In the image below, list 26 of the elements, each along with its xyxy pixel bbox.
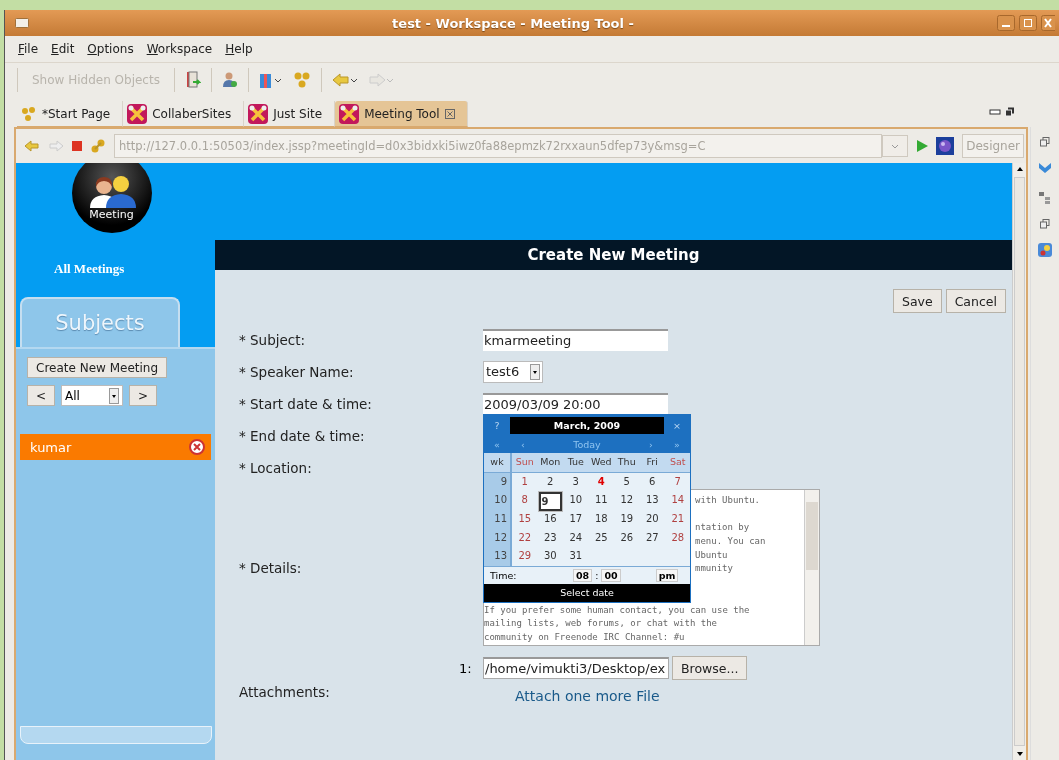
attachment-index: 1: — [459, 660, 473, 676]
field-label: * Location: — [239, 460, 313, 476]
week-number: 13 — [484, 547, 512, 567]
weekday-header: Thu — [616, 455, 637, 469]
window-title: test - Workspace - Meeting Tool - — [391, 15, 635, 31]
week-number: 11 — [484, 510, 512, 529]
field-label: * End date & time: — [239, 428, 366, 444]
week-number: 10 — [484, 491, 512, 511]
weekday-header: Mon — [539, 455, 562, 469]
weekday-header: Tue — [566, 455, 585, 469]
time-label: Time: — [490, 570, 518, 582]
calendar-status: Select date — [484, 584, 690, 603]
weekday-header: Sun — [514, 455, 535, 469]
calendar-title: March, 2009 — [510, 417, 664, 434]
field-label: * Subject: — [239, 332, 307, 348]
time-separator: : — [595, 570, 599, 582]
field-label: Attachments: — [239, 684, 331, 700]
field-label: * Details: — [239, 559, 303, 576]
weekday-header: Wed — [589, 455, 613, 469]
field-label: * Start date & time: — [239, 396, 373, 412]
weekday-header: Fri — [645, 455, 659, 469]
weekday-header: Sat — [668, 455, 687, 469]
field-label: * Speaker Name: — [239, 364, 355, 380]
logo-label: Meeting — [89, 208, 134, 221]
week-header: wk — [484, 453, 512, 472]
form-header: Create New Meeting — [215, 240, 1012, 270]
